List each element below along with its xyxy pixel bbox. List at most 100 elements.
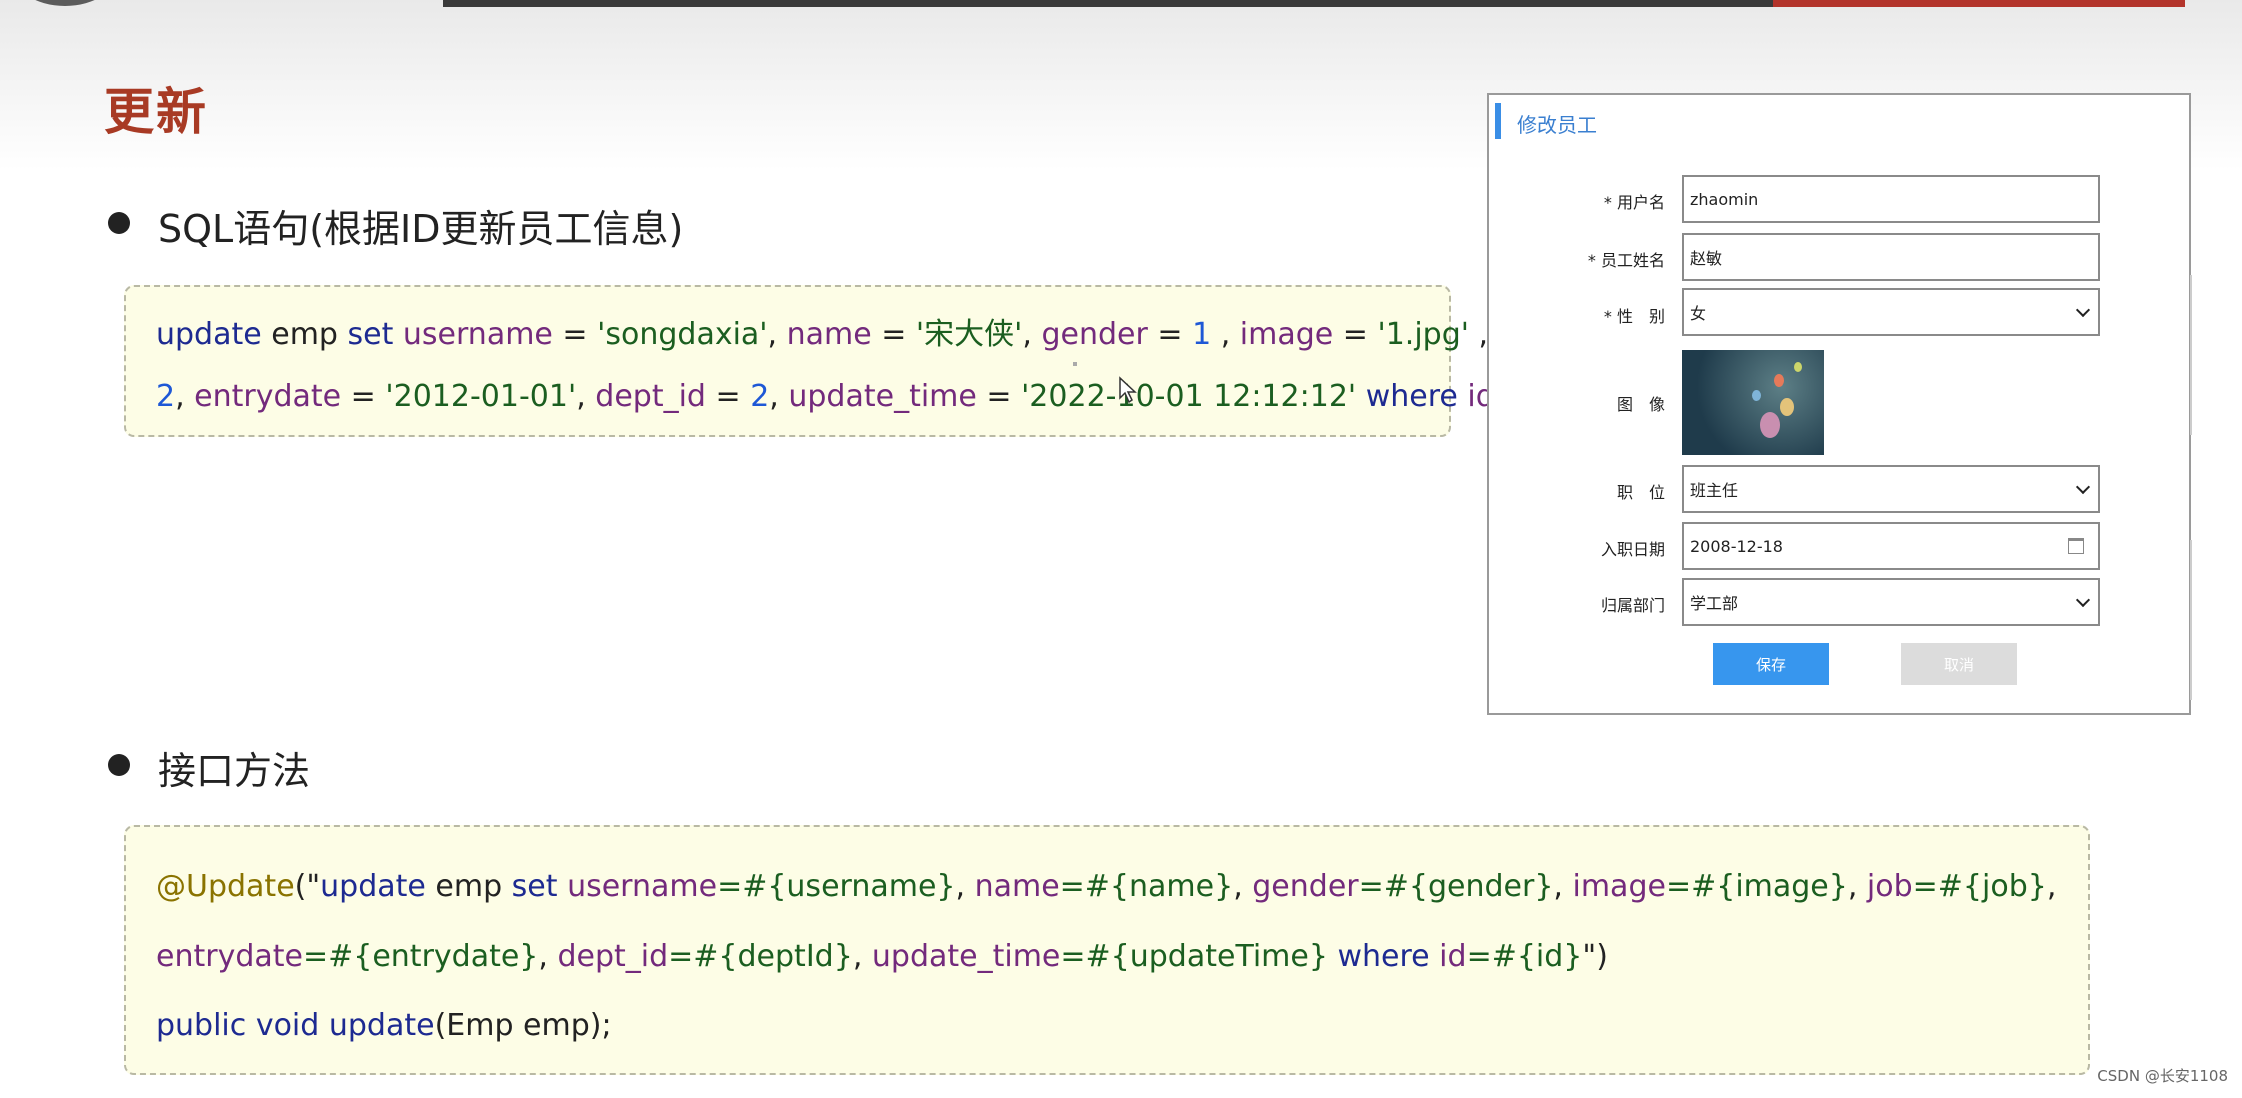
dept-select[interactable]: 学工部: [1682, 578, 2100, 626]
code-token: id: [1429, 939, 1467, 974]
code-token: ,: [767, 317, 787, 352]
username-value: zhaomin: [1690, 189, 1759, 209]
name-label: * 员工姓名: [1587, 251, 1665, 270]
code-token: entrydate: [194, 379, 342, 414]
code-token: =#{entrydate}: [302, 939, 539, 974]
code-token: dept_id: [557, 939, 669, 974]
code-token: '宋大侠': [915, 317, 1023, 352]
code-token: =#{id}: [1466, 939, 1583, 974]
code-token: =#{username}: [717, 869, 956, 904]
employee-image[interactable]: [1682, 350, 1824, 455]
code-token: dept_id: [595, 379, 706, 414]
code-token: where: [1327, 939, 1430, 974]
code-token: ,: [955, 869, 975, 904]
top-bar-red: [1773, 0, 2185, 7]
calendar-icon[interactable]: [2068, 538, 2084, 554]
code-token: name: [786, 317, 872, 352]
code-token: username: [393, 317, 553, 352]
code-token: ,: [1022, 317, 1042, 352]
interface-line-1: @Update("update emp set username=#{usern…: [156, 869, 2056, 904]
dept-label: 归属部门: [1600, 596, 1665, 615]
save-button[interactable]: 保存: [1713, 643, 1829, 685]
code-token: ,: [1233, 869, 1253, 904]
code-token: 2: [156, 379, 176, 414]
gender-label: * 性 别: [1603, 307, 1665, 326]
code-token: username: [557, 869, 718, 904]
balloon-shape: [1752, 390, 1761, 401]
code-token: '2012-01-01': [385, 379, 577, 414]
code-token: ,: [538, 939, 558, 974]
side-divider: [2190, 540, 2192, 700]
code-token: ,: [1553, 869, 1573, 904]
sql-code-box: update emp set username = 'songdaxia', n…: [124, 285, 1587, 437]
interface-line-2: entrydate=#{entrydate}, dept_id=#{deptId…: [156, 939, 1608, 974]
username-input[interactable]: zhaomin: [1682, 175, 2100, 223]
code-token: gender: [1041, 317, 1148, 352]
code-token: 2: [750, 379, 770, 414]
code-token: (": [294, 869, 321, 904]
code-token: =: [871, 317, 916, 352]
code-token: =#{gender}: [1358, 869, 1554, 904]
code-token: emp: [261, 317, 348, 352]
entrydate-picker[interactable]: 2008-12-18: [1682, 522, 2100, 570]
code-token: =#{deptId}: [668, 939, 853, 974]
balloon-shape: [1780, 398, 1794, 416]
cancel-button[interactable]: 取消: [1901, 643, 2017, 685]
interface-line-3: public void update(Emp emp);: [156, 1008, 612, 1043]
code-token: =#{name}: [1059, 869, 1234, 904]
code-token: entrydate: [156, 939, 303, 974]
code-token: =: [1147, 317, 1193, 352]
code-token: =: [341, 379, 386, 414]
edit-employee-dialog: 修改员工 * 用户名 zhaomin * 员工姓名 赵敏 * 性 别 女 图 像…: [1487, 93, 2191, 715]
dept-value: 学工部: [1690, 594, 1739, 613]
watermark: CSDN @长安1108: [2097, 1067, 2228, 1085]
name-value: 赵敏: [1690, 249, 1723, 268]
bullet-dot: [108, 754, 130, 776]
entrydate-label: 入职日期: [1600, 540, 1665, 559]
name-input[interactable]: 赵敏: [1682, 233, 2100, 281]
top-bar-dark: [443, 0, 1773, 7]
code-token: '2022-10-01 12:12:12': [1021, 379, 1357, 414]
code-token: job: [1866, 869, 1913, 904]
code-token: "): [1582, 939, 1608, 974]
balloon-shape: [1774, 374, 1784, 387]
job-label: 职 位: [1616, 483, 1665, 502]
mouse-cursor-icon: [1119, 376, 1137, 404]
job-select[interactable]: 班主任: [1682, 465, 2100, 513]
chevron-down-icon: [2075, 479, 2091, 495]
code-token: ,: [852, 939, 872, 974]
interface-code-box: @Update("update emp set username=#{usern…: [124, 825, 2090, 1075]
code-token: =: [976, 379, 1022, 414]
bullet-sql: SQL语句(根据ID更新员工信息): [158, 207, 684, 251]
title-accent-bar: [1495, 103, 1501, 139]
code-token: update_time: [788, 379, 977, 414]
side-divider: [2190, 275, 2192, 435]
code-token: (Emp emp);: [434, 1008, 612, 1043]
code-token: ,: [576, 379, 596, 414]
stray-mark: [1073, 362, 1077, 366]
code-token: image: [1239, 317, 1334, 352]
job-value: 班主任: [1690, 481, 1739, 500]
bullet-dot: [108, 212, 130, 234]
gender-select[interactable]: 女: [1682, 288, 2100, 336]
entrydate-value: 2008-12-18: [1690, 536, 1783, 556]
code-token: ,: [175, 379, 195, 414]
username-label: * 用户名: [1603, 193, 1665, 212]
code-token: ,: [1211, 317, 1240, 352]
code-token: =: [552, 317, 598, 352]
code-token: where: [1356, 379, 1458, 414]
code-token: 'songdaxia': [597, 317, 768, 352]
code-token: update: [320, 869, 426, 904]
code-token: =#{job}: [1912, 869, 2047, 904]
code-token: =: [705, 379, 751, 414]
code-token: ,: [2046, 869, 2057, 904]
code-token: @Update: [156, 869, 295, 904]
code-token: update: [156, 317, 262, 352]
sql-line-2: 2, entrydate = '2012-01-01', dept_id = 2…: [156, 379, 1587, 414]
code-token: emp: [425, 869, 512, 904]
code-token: ,: [1847, 869, 1867, 904]
image-label: 图 像: [1616, 395, 1665, 414]
balloon-shape: [1760, 412, 1780, 438]
